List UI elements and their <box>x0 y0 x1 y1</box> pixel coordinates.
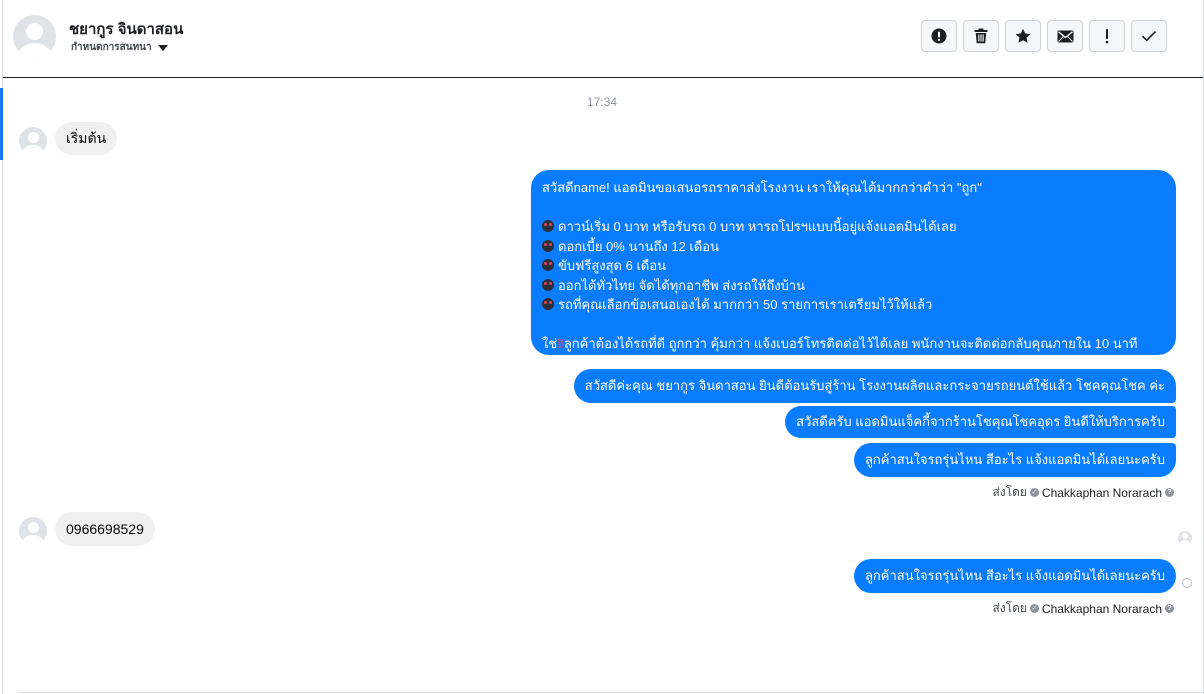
conversation-header: ชยากูร จินดาสอน กำหนดการสนทนา <box>3 0 1203 78</box>
closing-prefix: ใช่ <box>542 336 558 351</box>
sent-by-label: ส่งโดย <box>992 485 1027 499</box>
message-timestamp: 17:34 <box>586 95 618 109</box>
message-bullet: ดาวน์เริ่ม 0 บาท หรือรับรถ 0 บาท หารถโปร… <box>542 217 1166 237</box>
bullet-text: ออกได้ทั่วไทย จัดได้ทุกอาชีพ ส่งรถให้ถึง… <box>558 277 805 293</box>
sparkle-emoji-icon <box>542 298 554 310</box>
avatar-body <box>22 535 44 545</box>
help-icon[interactable]: ? <box>1165 604 1174 613</box>
outgoing-message[interactable]: สวัสดีค่ะคุณ ชยากูร จินดาสอน ยินดีต้อนรั… <box>573 369 1176 403</box>
contact-avatar[interactable] <box>13 15 56 58</box>
caret-down-icon <box>157 44 168 51</box>
envelope-icon <box>1057 30 1073 42</box>
conversation-status-label: กำหนดการสนทนา <box>71 42 152 53</box>
bullet-text: ดาวน์เริ่ม 0 บาท หรือรับรถ 0 บาท หารถโปร… <box>558 219 957 234</box>
star-icon <box>1015 28 1031 43</box>
bullet-text: รถที่คุณเลือกข้อเสนอเองได้ มากกว่า 50 รา… <box>558 297 933 312</box>
sender-avatar <box>19 127 47 155</box>
spam-button[interactable] <box>921 20 957 52</box>
incoming-message[interactable]: 0966698529 <box>55 512 155 546</box>
composer-divider <box>20 692 1204 693</box>
sparkle-emoji-icon <box>542 239 554 252</box>
incoming-message[interactable]: เริ่มต้น <box>55 122 118 155</box>
double-exclamation-icon: !! <box>557 336 564 351</box>
message-line: สวัสดีname! แอดมินขอเสนอรถราคาส่งโรงงาน … <box>542 180 982 195</box>
delete-button[interactable] <box>963 20 999 52</box>
conversation-status-dropdown[interactable]: กำหนดการสนทนา <box>71 40 168 55</box>
avatar-head <box>28 522 39 533</box>
message-bullet: ดอกเบี้ย 0% นานถึง 12 เดือน <box>542 237 1166 257</box>
sent-by-label: ส่งโดย <box>992 601 1027 615</box>
bullet-text: ขับฟรีสูงสุด 6 เดือน <box>558 258 667 273</box>
sparkle-emoji-icon <box>542 259 554 271</box>
sent-by-agent[interactable]: Chakkaphan Norarach <box>1042 602 1162 616</box>
exclamation-circle-icon <box>931 28 947 44</box>
outgoing-message[interactable]: ลูกค้าสนใจรถรุ่นไหน สีอะไร แจ้งแอดมินได้… <box>853 559 1176 593</box>
message-bullet: รถที่คุณเลือกข้อเสนอเองได้ มากกว่า 50 รา… <box>542 295 1166 315</box>
exclamation-icon <box>1105 29 1109 44</box>
outgoing-message-promo[interactable]: สวัสดีname! แอดมินขอเสนอรถราคาส่งโรงงาน … <box>531 170 1176 355</box>
outgoing-message[interactable]: สวัสดีครับ แอดมินแจ็คกี้จากร้านโชคุณโชคอ… <box>785 406 1176 438</box>
avatar-head <box>1182 533 1188 539</box>
star-button[interactable] <box>1005 20 1041 52</box>
avatar-body <box>1180 540 1190 545</box>
mark-unread-button[interactable] <box>1047 20 1083 52</box>
check-icon <box>1141 31 1157 42</box>
trash-icon <box>974 28 988 44</box>
agent-badge-icon: ✓ <box>1029 488 1039 497</box>
avatar-body <box>18 43 51 58</box>
outgoing-message[interactable]: ลูกค้าสนใจรถรุ่นไหน สีอะไร แจ้งแอดมินได้… <box>853 443 1176 477</box>
sent-by-agent[interactable]: Chakkaphan Norarach <box>1042 486 1162 500</box>
avatar-head <box>28 132 39 143</box>
avatar-head <box>26 23 43 40</box>
help-icon[interactable]: ? <box>1165 488 1174 497</box>
agent-badge-icon: ✓ <box>1029 604 1039 613</box>
message-line: ใช่!! ลูกค้าต้องได้รถที่ดี ถูกกว่า คุ้มกว… <box>542 334 1166 354</box>
message-bullet: ขับฟรีสูงสุด 6 เดือน <box>542 256 1166 276</box>
contact-name[interactable]: ชยากูร จินดาสอน <box>69 17 183 41</box>
conversation-toolbar <box>921 20 1167 52</box>
mark-done-button[interactable] <box>1131 20 1167 52</box>
sparkle-emoji-icon <box>542 278 554 291</box>
sent-by-info: ส่งโดย ✓ Chakkaphan Norarach ? <box>992 483 1174 502</box>
bullet-text: ดอกเบี้ย 0% นานถึง 12 เดือน <box>558 238 720 254</box>
sent-by-info: ส่งโดย ✓ Chakkaphan Norarach ? <box>992 599 1174 618</box>
closing-text: ลูกค้าต้องได้รถที่ดี ถูกกว่า คุ้มกว่า แจ… <box>563 336 1138 351</box>
avatar-body <box>22 145 44 155</box>
read-receipt-avatar <box>1178 531 1192 545</box>
important-button[interactable] <box>1089 20 1125 52</box>
sparkle-emoji-icon <box>542 220 554 232</box>
sender-avatar <box>19 517 47 545</box>
sent-status-icon <box>1182 578 1192 588</box>
message-bullet: ออกได้ทั่วไทย จัดได้ทุกอาชีพ ส่งรถให้ถึง… <box>542 276 1166 296</box>
